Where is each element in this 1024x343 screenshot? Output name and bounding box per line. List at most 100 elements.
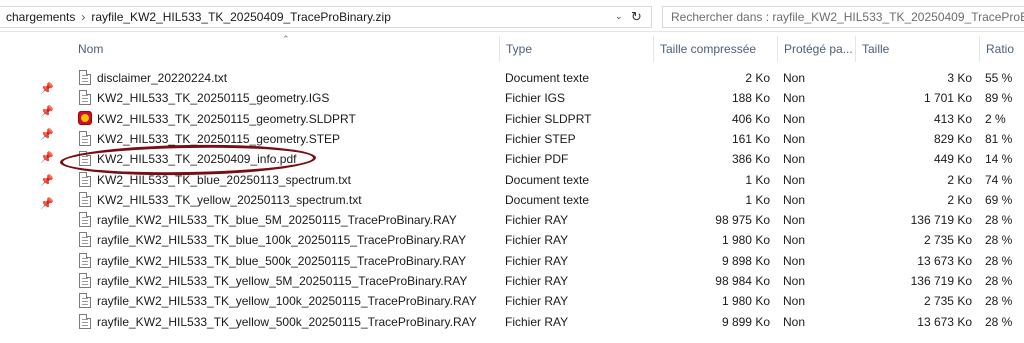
refresh-icon[interactable]: ↻ xyxy=(631,9,645,25)
file-protected: Non xyxy=(783,253,806,268)
file-protected: Non xyxy=(783,71,806,85)
file-row[interactable]: KW2_HIL533_TK_20250409_info.pdf Fichier P… xyxy=(0,149,1024,169)
file-ratio: 74 % xyxy=(985,172,1013,187)
file-size: 2 735 Ko xyxy=(923,233,972,248)
column-header-type[interactable]: Type xyxy=(500,34,652,64)
file-size: 13 673 Ko xyxy=(917,253,972,268)
column-header-ratio[interactable]: Ratio xyxy=(980,34,1024,64)
toolbar: chargements › rayfile_KW2_HIL533_TK_2025… xyxy=(0,0,1024,32)
file-ratio: 28 % xyxy=(985,213,1013,228)
file-icon xyxy=(78,252,92,269)
file-name: rayfile_KW2_HIL533_TK_yellow_100k_202501… xyxy=(97,294,477,309)
file-size: 2 Ko xyxy=(947,172,972,187)
chevron-down-icon[interactable]: ⌄ xyxy=(615,11,627,23)
solidworks-icon xyxy=(78,110,92,127)
file-type: Fichier RAY xyxy=(505,233,569,248)
file-row[interactable]: KW2_HIL533_TK_20250115_geometry.SLDPRT Fi… xyxy=(0,109,1024,129)
file-protected: Non xyxy=(783,294,806,309)
file-name: rayfile_KW2_HIL533_TK_yellow_500k_202501… xyxy=(97,314,477,329)
text-file-icon xyxy=(78,171,92,188)
file-compressed-size: 161 Ko xyxy=(731,131,770,146)
file-row[interactable]: rayfile_KW2_HIL533_TK_yellow_5M_20250115… xyxy=(0,271,1024,291)
file-type: Fichier SLDPRT xyxy=(505,111,592,126)
file-icon xyxy=(78,293,92,309)
file-type: Fichier RAY xyxy=(505,274,569,288)
file-type: Document texte xyxy=(505,172,590,187)
file-size: 13 673 Ko xyxy=(917,314,972,329)
breadcrumb-zip[interactable]: rayfile_KW2_HIL533_TK_20250409_TraceProB… xyxy=(91,10,391,24)
breadcrumb-downloads[interactable]: chargements xyxy=(0,10,75,24)
file-compressed-size: 1 Ko xyxy=(745,192,770,207)
file-size: 1 701 Ko xyxy=(923,91,972,106)
file-compressed-size: 1 980 Ko xyxy=(721,233,770,248)
file-ratio: 28 % xyxy=(985,274,1013,288)
file-name: KW2_HIL533_TK_yellow_20250113_spectrum.t… xyxy=(97,192,362,207)
file-type: Fichier PDF xyxy=(505,152,569,167)
file-name: KW2_HIL533_TK_20250115_geometry.STEP xyxy=(97,131,341,146)
file-ratio: 28 % xyxy=(985,253,1013,268)
file-row[interactable]: KW2_HIL533_TK_yellow_20250113_spectrum.t… xyxy=(0,190,1024,210)
file-size: 449 Ko xyxy=(933,152,972,167)
file-icon xyxy=(78,232,92,248)
file-row[interactable]: KW2_HIL533_TK_blue_20250113_spectrum.txt… xyxy=(0,170,1024,190)
search-placeholder: Rechercher dans : rayfile_KW2_HIL533_TK_… xyxy=(671,10,1024,24)
file-size: 136 719 Ko xyxy=(910,213,972,228)
file-name: rayfile_KW2_HIL533_TK_blue_5M_20250115_T… xyxy=(97,213,457,228)
file-compressed-size: 1 980 Ko xyxy=(721,294,770,309)
file-size: 829 Ko xyxy=(933,131,972,146)
breadcrumb-separator-icon: › xyxy=(81,10,86,24)
file-protected: Non xyxy=(783,172,806,187)
file-row[interactable]: rayfile_KW2_HIL533_TK_blue_5M_20250115_T… xyxy=(0,210,1024,230)
file-type: Document texte xyxy=(505,71,590,85)
file-ratio: 14 % xyxy=(985,152,1013,167)
file-size: 136 719 Ko xyxy=(910,274,972,288)
column-header-name[interactable]: Nom xyxy=(72,34,498,64)
file-icon xyxy=(78,212,92,228)
file-row[interactable]: rayfile_KW2_HIL533_TK_yellow_500k_202501… xyxy=(0,312,1024,332)
file-type: Fichier IGS xyxy=(505,91,566,106)
search-input[interactable]: Rechercher dans : rayfile_KW2_HIL533_TK_… xyxy=(662,6,1024,28)
file-compressed-size: 9 898 Ko xyxy=(721,253,770,268)
file-ratio: 28 % xyxy=(985,314,1013,329)
column-header-size[interactable]: Taille xyxy=(856,34,978,64)
file-protected: Non xyxy=(783,131,806,146)
column-header-protected[interactable]: Protégé pa... xyxy=(778,34,855,64)
file-protected: Non xyxy=(783,192,806,207)
file-size: 413 Ko xyxy=(933,111,972,126)
file-name: rayfile_KW2_HIL533_TK_blue_500k_20250115… xyxy=(97,253,467,268)
file-icon xyxy=(78,273,92,289)
file-icon xyxy=(78,313,92,330)
file-ratio: 69 % xyxy=(985,192,1013,207)
pdf-file-icon xyxy=(78,151,92,167)
file-protected: Non xyxy=(783,213,806,228)
file-type: Fichier STEP xyxy=(505,131,576,146)
file-ratio: 89 % xyxy=(985,91,1013,106)
file-row[interactable]: rayfile_KW2_HIL533_TK_yellow_100k_202501… xyxy=(0,291,1024,311)
file-protected: Non xyxy=(783,233,806,248)
file-row[interactable]: KW2_HIL533_TK_20250115_geometry.IGS Fichi… xyxy=(0,88,1024,108)
file-compressed-size: 406 Ko xyxy=(731,111,770,126)
file-row[interactable]: rayfile_KW2_HIL533_TK_blue_100k_20250115… xyxy=(0,230,1024,250)
file-row[interactable]: KW2_HIL533_TK_20250115_geometry.STEP Fich… xyxy=(0,129,1024,149)
file-name: KW2_HIL533_TK_20250115_geometry.IGS xyxy=(97,91,330,106)
file-row[interactable]: disclaimer_20220224.txt Document texte 2 K… xyxy=(0,68,1024,88)
file-protected: Non xyxy=(783,91,806,106)
file-type: Fichier RAY xyxy=(505,314,569,329)
file-ratio: 28 % xyxy=(985,233,1013,248)
file-size: 2 Ko xyxy=(947,192,972,207)
address-bar[interactable]: chargements › rayfile_KW2_HIL533_TK_2025… xyxy=(0,6,652,28)
file-type: Document texte xyxy=(505,192,590,207)
file-name: KW2_HIL533_TK_20250409_info.pdf xyxy=(97,152,297,167)
file-ratio: 28 % xyxy=(985,294,1013,309)
file-protected: Non xyxy=(783,152,806,167)
file-size: 2 735 Ko xyxy=(923,294,972,309)
file-size: 3 Ko xyxy=(947,71,972,85)
column-header-compressed-size[interactable]: Taille compressée xyxy=(654,34,776,64)
file-protected: Non xyxy=(783,274,806,288)
file-row[interactable]: rayfile_KW2_HIL533_TK_blue_500k_20250115… xyxy=(0,251,1024,271)
file-type: Fichier RAY xyxy=(505,294,569,309)
file-compressed-size: 1 Ko xyxy=(745,172,770,187)
text-file-icon xyxy=(78,70,92,86)
file-protected: Non xyxy=(783,111,806,126)
file-name: KW2_HIL533_TK_blue_20250113_spectrum.txt xyxy=(97,172,351,187)
